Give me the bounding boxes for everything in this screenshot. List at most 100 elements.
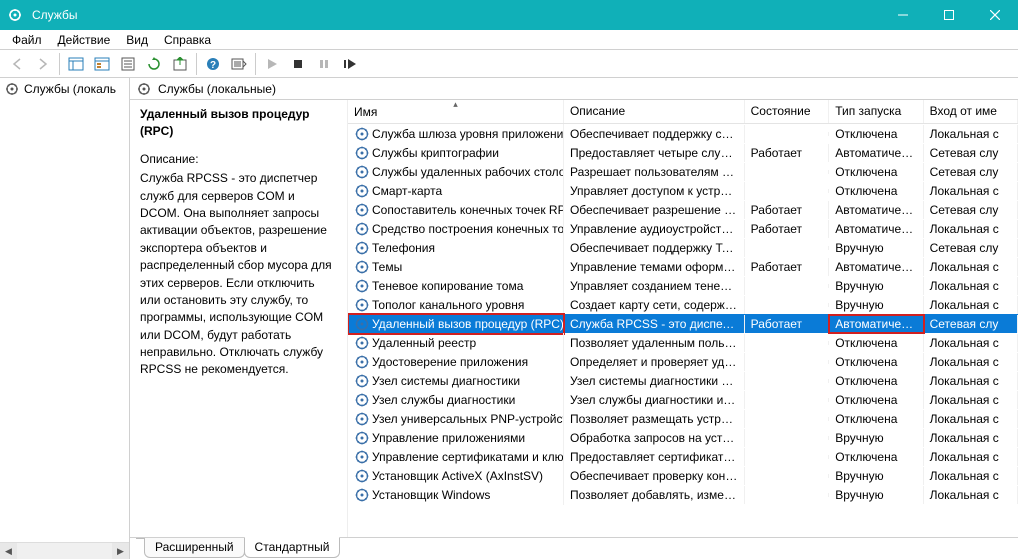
close-button[interactable]: [972, 0, 1018, 30]
cell-state: [745, 360, 830, 364]
cell-name: Сопоставитель конечных точек RPC: [372, 203, 564, 217]
cell-name: Установщик Windows: [372, 488, 490, 502]
column-state[interactable]: Состояние: [745, 100, 830, 123]
tab-standard[interactable]: Стандартный: [244, 537, 341, 558]
cell-description: Обеспечивает проверку конт…: [564, 467, 745, 485]
table-row[interactable]: Средство построения конечных то…Управлен…: [348, 219, 1018, 238]
table-row[interactable]: Узел системы диагностики Узел системы диа…: [348, 371, 1018, 390]
back-button[interactable]: [5, 52, 29, 76]
service-icon: [354, 164, 370, 180]
cell-description: Узел системы диагностики ис…: [564, 372, 745, 390]
cell-state: [745, 284, 830, 288]
scroll-right-icon[interactable]: ▶: [112, 543, 129, 559]
service-icon: [354, 392, 370, 408]
cell-description: Управление темами оформле…: [564, 258, 745, 276]
start-service-button[interactable]: [260, 52, 284, 76]
cell-startup: Отключена: [829, 448, 923, 466]
table-row[interactable]: Удостоверение приложенияОпределяет и про…: [348, 352, 1018, 371]
cell-name: Узел системы диагностики: [372, 374, 520, 388]
cell-description: Создает карту сети, содержа…: [564, 296, 745, 314]
column-startup[interactable]: Тип запуска: [829, 100, 923, 123]
gear-icon: [136, 81, 152, 97]
cell-logon: Локальная с: [924, 258, 1018, 276]
table-row[interactable]: Установщик WindowsПозволяет добавлять, и…: [348, 485, 1018, 504]
table-row[interactable]: Узел универсальных PNP-устройствПозволяе…: [348, 409, 1018, 428]
table-row[interactable]: Службы удаленных рабочих столовРазрешает…: [348, 162, 1018, 181]
cell-state: [745, 303, 830, 307]
view-icon-2[interactable]: [90, 52, 114, 76]
minimize-button[interactable]: [880, 0, 926, 30]
column-name[interactable]: ▴Имя: [348, 100, 564, 123]
service-icon: [354, 335, 370, 351]
description-title: Удаленный вызов процедур (RPC): [140, 106, 337, 141]
horizontal-scrollbar[interactable]: ◀ ▶: [0, 542, 129, 559]
tree-item-label: Службы (локаль: [24, 82, 116, 96]
refresh-button[interactable]: [142, 52, 166, 76]
table-row[interactable]: Смарт-картаУправляет доступом к устрой…О…: [348, 181, 1018, 200]
service-icon: [354, 259, 370, 275]
table-row[interactable]: Управление приложениямиОбработка запросо…: [348, 428, 1018, 447]
column-logon[interactable]: Вход от име: [924, 100, 1018, 123]
cell-state: [745, 170, 830, 174]
app-icon: [0, 0, 30, 30]
table-row[interactable]: ТелефонияОбеспечивает поддержку Tele…Вру…: [348, 238, 1018, 257]
scroll-left-icon[interactable]: ◀: [0, 543, 17, 559]
cell-name: Службы удаленных рабочих столов: [372, 165, 564, 179]
properties-button[interactable]: [116, 52, 140, 76]
service-icon: [354, 240, 370, 256]
cell-logon: Локальная с: [924, 486, 1018, 504]
menu-file[interactable]: Файл: [4, 31, 50, 49]
cell-state: Работает: [745, 201, 830, 219]
cell-logon: Локальная с: [924, 296, 1018, 314]
menu-help[interactable]: Справка: [156, 31, 219, 49]
cell-name: Средство построения конечных то…: [372, 222, 564, 236]
services-list[interactable]: ▴Имя Описание Состояние Тип запуска Вход…: [348, 100, 1018, 537]
cell-startup: Автоматиче…: [829, 220, 923, 238]
column-description[interactable]: Описание: [564, 100, 745, 123]
table-row[interactable]: Сопоставитель конечных точек RPCОбеспечи…: [348, 200, 1018, 219]
cell-startup: Отключена: [829, 372, 923, 390]
svg-text:?: ?: [210, 60, 216, 71]
cell-startup: Отключена: [829, 182, 923, 200]
table-row[interactable]: Служба шлюза уровня приложенияОбеспечива…: [348, 124, 1018, 143]
pane-title-text: Службы (локальные): [158, 82, 276, 96]
cell-description: Обеспечивает поддержку Tele…: [564, 239, 745, 257]
cell-logon: Локальная с: [924, 448, 1018, 466]
cell-state: [745, 493, 830, 497]
table-row[interactable]: Службы криптографииПредоставляет четыре …: [348, 143, 1018, 162]
pause-service-button[interactable]: [312, 52, 336, 76]
cell-name: Темы: [372, 260, 402, 274]
help-button[interactable]: ?: [201, 52, 225, 76]
action-button[interactable]: [227, 52, 251, 76]
export-button[interactable]: [168, 52, 192, 76]
table-row[interactable]: Установщик ActiveX (AxInstSV)Обеспечивае…: [348, 466, 1018, 485]
tab-extended[interactable]: Расширенный: [144, 538, 245, 558]
cell-startup: Вручную: [829, 429, 923, 447]
service-icon: [354, 354, 370, 370]
table-row[interactable]: Удаленный реестрПозволяет удаленным поль…: [348, 333, 1018, 352]
table-row[interactable]: Узел службы диагностикиУзел службы диагн…: [348, 390, 1018, 409]
table-row[interactable]: Теневое копирование томаУправляет создан…: [348, 276, 1018, 295]
stop-service-button[interactable]: [286, 52, 310, 76]
cell-startup: Автоматиче…: [829, 144, 923, 162]
menu-view[interactable]: Вид: [118, 31, 156, 49]
forward-button[interactable]: [31, 52, 55, 76]
cell-startup: Автоматиче…: [829, 201, 923, 219]
table-row[interactable]: ТемыУправление темами оформле…РаботаетАв…: [348, 257, 1018, 276]
tree-item-services[interactable]: Службы (локаль: [0, 78, 129, 100]
table-row[interactable]: Управление сертификатами и клю…Предостав…: [348, 447, 1018, 466]
cell-logon: Сетевая слу: [924, 201, 1018, 219]
cell-startup: Автоматиче…: [829, 315, 923, 333]
view-icon-1[interactable]: [64, 52, 88, 76]
cell-description: Позволяет удаленным пользо…: [564, 334, 745, 352]
service-icon: [354, 449, 370, 465]
cell-state: Работает: [745, 258, 830, 276]
menu-action[interactable]: Действие: [50, 31, 119, 49]
restart-service-button[interactable]: [338, 52, 362, 76]
table-row[interactable]: Тополог канального уровня Создает карту с…: [348, 295, 1018, 314]
maximize-button[interactable]: [926, 0, 972, 30]
cell-logon: Сетевая слу: [924, 163, 1018, 181]
cell-state: Работает: [745, 220, 830, 238]
table-row[interactable]: Удаленный вызов процедур (RPC)Служба RPC…: [348, 314, 1018, 333]
cell-name: Тополог канального уровня: [372, 298, 524, 312]
